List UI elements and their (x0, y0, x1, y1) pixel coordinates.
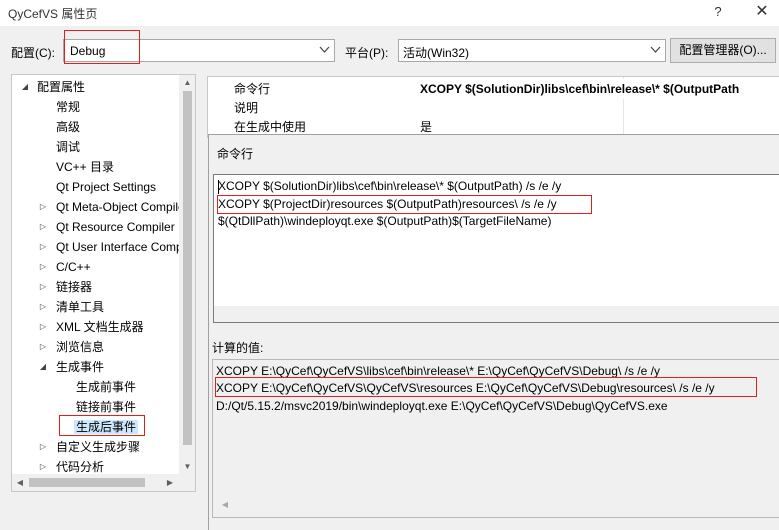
tree-item-label: XML 文档生成器 (56, 320, 144, 334)
collapsed-icon[interactable]: ▷ (38, 437, 48, 457)
tree-item-label: 链接器 (56, 280, 93, 294)
dialog-title: 命令行 (217, 147, 254, 161)
scroll-left-icon[interactable]: ◀ (12, 474, 28, 491)
tree-item-label: Qt Meta-Object Compiler (56, 200, 189, 214)
collapsed-icon[interactable]: ▷ (38, 297, 48, 317)
property-name: 说明 (234, 101, 259, 115)
property-row-description[interactable]: 说明 (208, 98, 779, 118)
tree-item-label: 生成前事件 (76, 380, 137, 394)
tree-item-label: 链接前事件 (76, 400, 137, 414)
tree-item-label: 高级 (56, 120, 81, 134)
property-row-command-line[interactable]: 命令行 XCOPY $(SolutionDir)libs\cef\bin\rel… (208, 79, 779, 99)
tree-item-pre-build-event[interactable]: 生成前事件 (76, 377, 136, 397)
property-name: 命令行 (234, 82, 271, 96)
tree-item-label: Qt User Interface Compiler (56, 240, 196, 254)
collapsed-icon[interactable]: ▷ (38, 277, 48, 297)
platform-value: 活动(Win32) (403, 46, 470, 60)
command-line-1[interactable]: XCOPY $(SolutionDir)libs\cef\bin\release… (218, 178, 561, 195)
tree-item-label: 配置属性 (37, 80, 86, 94)
property-value[interactable]: XCOPY $(SolutionDir)libs\cef\bin\release… (420, 79, 739, 99)
tree-item-debugging[interactable]: 调试 (56, 137, 80, 157)
config-manager-button[interactable]: 配置管理器(O)... (670, 38, 776, 63)
title-bar: QyCefVS 属性页 ? ✕ (0, 0, 779, 26)
computed-annotation-box (215, 377, 757, 397)
collapsed-icon[interactable]: ▷ (38, 317, 48, 337)
tree-item-label: 自定义生成步骤 (56, 440, 141, 454)
chevron-down-icon (319, 46, 330, 53)
config-label: 配置(C): (11, 46, 55, 60)
tree-item-label: VC++ 目录 (56, 160, 115, 174)
computed-line-3: D:/Qt/5.15.2/msvc2019/bin\windeployqt.ex… (216, 399, 668, 413)
expanded-icon[interactable]: ◢ (38, 357, 48, 377)
command-line-dialog: 命令行 XCOPY $(SolutionDir)libs\cef\bin\rel… (208, 134, 779, 530)
tree-item-general[interactable]: 常规 (56, 97, 80, 117)
help-button[interactable]: ? (708, 2, 728, 22)
tree-item-label: Qt Resource Compiler (56, 220, 175, 234)
collapsed-icon[interactable]: ▷ (38, 337, 48, 357)
editor-horizontal-scrollbar[interactable] (214, 306, 779, 322)
scroll-up-icon[interactable]: ▲ (179, 75, 195, 91)
close-button[interactable]: ✕ (748, 1, 776, 23)
scroll-left-icon[interactable]: ◀ (218, 497, 232, 513)
command-line-3[interactable]: $(QtDllPath)\windeployqt.exe $(OutputPat… (218, 213, 551, 230)
collapsed-icon[interactable]: ▷ (38, 217, 48, 237)
post-build-annotation-box (59, 415, 145, 436)
tree-item-vc-directories[interactable]: VC++ 目录 (56, 157, 114, 177)
tree-item-pre-link-event[interactable]: 链接前事件 (76, 397, 136, 417)
platform-select[interactable]: 活动(Win32) (398, 39, 666, 62)
chevron-down-icon (650, 46, 661, 53)
computed-value-box: XCOPY E:\QyCef\QyCefVS\libs\cef\bin\rele… (212, 359, 779, 518)
tree-item-label: Qt Project Settings (56, 180, 157, 194)
tree-item-label: 浏览信息 (56, 340, 105, 354)
tree-item-label: 清单工具 (56, 300, 105, 314)
tree-item-qt-project-settings[interactable]: Qt Project Settings (56, 177, 156, 197)
config-annotation-box (64, 30, 140, 64)
property-grid: 命令行 XCOPY $(SolutionDir)libs\cef\bin\rel… (207, 76, 779, 139)
platform-label: 平台(P): (345, 46, 389, 60)
tree-item-label: 常规 (56, 100, 81, 114)
collapsed-icon[interactable]: ▷ (38, 237, 48, 257)
scroll-right-icon[interactable]: ▶ (162, 474, 178, 491)
command-annotation-box (217, 195, 592, 214)
tree-item-label: C/C++ (56, 260, 91, 274)
tree-hscroll-thumb[interactable] (29, 478, 145, 487)
command-line-editor[interactable]: XCOPY $(SolutionDir)libs\cef\bin\release… (213, 174, 779, 323)
tree-item-advanced[interactable]: 高级 (56, 117, 80, 137)
tree-scroll-thumb[interactable] (183, 91, 192, 445)
tree-item-label: 生成事件 (56, 360, 105, 374)
tree-item-label: 调试 (56, 140, 81, 154)
expanded-icon[interactable]: ◢ (20, 77, 30, 97)
scroll-down-icon[interactable]: ▼ (179, 459, 195, 475)
window-title: QyCefVS 属性页 (8, 7, 98, 21)
collapsed-icon[interactable]: ▷ (38, 197, 48, 217)
collapsed-icon[interactable]: ▷ (38, 257, 48, 277)
computed-value-label: 计算的值: (212, 341, 264, 355)
